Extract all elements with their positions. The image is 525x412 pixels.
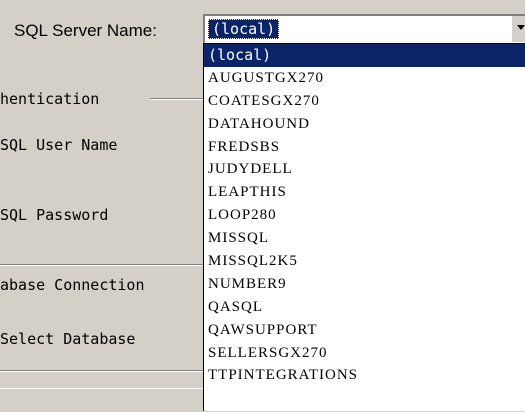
dropdown-item[interactable]: LEAPTHIS <box>204 181 525 204</box>
dropdown-item[interactable]: AUGUSTGX270 <box>204 67 525 90</box>
dropdown-item[interactable]: COATESGX270 <box>204 90 525 113</box>
sql-user-name-label: SQL User Name <box>0 136 118 154</box>
authentication-group-border <box>150 98 203 100</box>
chevron-down-icon <box>517 25 525 30</box>
select-database-label: Select Database <box>0 330 136 348</box>
combo-dropdown-button[interactable] <box>511 16 525 42</box>
dropdown-item[interactable]: TTPINTEGRATIONS <box>204 364 525 387</box>
dropdown-item[interactable]: MISSQL <box>204 227 525 250</box>
sql-password-label: SQL Password <box>0 206 109 224</box>
dropdown-item[interactable]: NUMBER9 <box>204 273 525 296</box>
server-name-label: SQL Server Name: <box>14 21 157 40</box>
server-name-combobox[interactable]: (local) <box>203 14 525 44</box>
dropdown-item[interactable]: MISSQL2K5 <box>204 250 525 273</box>
dropdown-item[interactable]: QASQL <box>204 296 525 319</box>
server-dropdown-list[interactable]: (local) AUGUSTGX270 COATESGX270 DATAHOUN… <box>203 43 525 411</box>
server-name-value[interactable]: (local) <box>208 19 280 39</box>
dropdown-item[interactable]: QAWSUPPORT <box>204 319 525 342</box>
authentication-group-label: hentication <box>0 90 100 108</box>
dropdown-item[interactable]: SELLERSGX270 <box>204 342 525 365</box>
divider <box>0 264 203 266</box>
divider <box>0 370 203 372</box>
connection-dialog: SQL Server Name: (local) hentication SQL… <box>0 0 525 412</box>
bottom-panel <box>0 388 203 412</box>
dropdown-item[interactable]: FREDSBS <box>204 136 525 159</box>
dropdown-item[interactable]: DATAHOUND <box>204 113 525 136</box>
dropdown-item[interactable]: (local) <box>204 44 525 67</box>
dropdown-item[interactable]: JUDYDELL <box>204 158 525 181</box>
dropdown-item[interactable]: LOOP280 <box>204 204 525 227</box>
database-connection-group-label: abase Connection <box>0 276 145 294</box>
